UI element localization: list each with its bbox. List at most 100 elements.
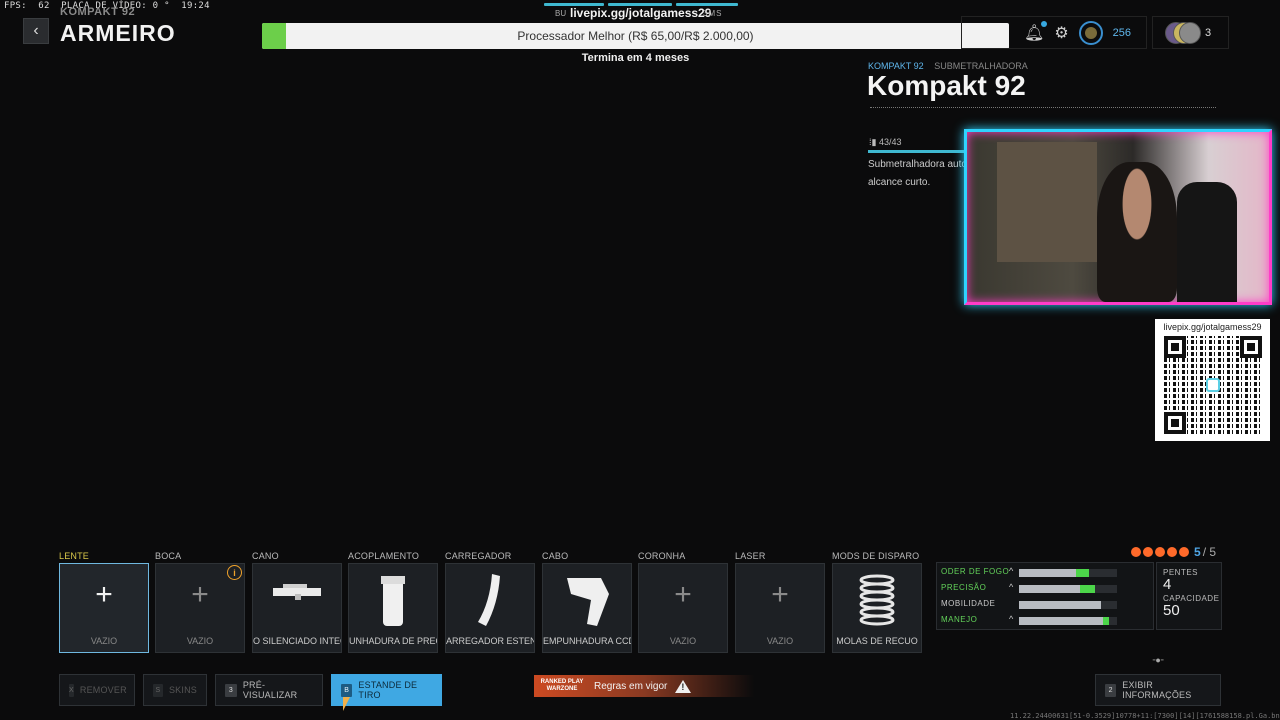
attachment-name: O SILENCIADO INTEGRADO: [253, 636, 341, 646]
back-button[interactable]: ‹: [23, 18, 49, 44]
attachment-slot[interactable]: O SILENCIADO INTEGRADO: [252, 563, 342, 653]
attachment-name: VAZIO: [90, 636, 118, 646]
divider: [870, 107, 1216, 109]
ammo-stats-panel: PENTES 4 CAPACIDADE 50: [1156, 562, 1222, 630]
party-count: 3: [1205, 26, 1212, 39]
player-level: 256: [1112, 26, 1132, 39]
attachment-name: VAZIO: [669, 636, 697, 646]
header-weapon-subtitle: KOMPAKT 92: [60, 6, 136, 18]
build-version-text: 11.22.24400631[51-0.3529]10778+11:[7300]…: [1010, 712, 1280, 720]
webcam-background: [997, 142, 1097, 262]
stat-bar: [1019, 585, 1117, 593]
weapon-name: Kompakt 92: [867, 70, 1026, 101]
stat-label: MOBILIDADE: [941, 599, 996, 608]
qr-caption: livepix.gg/jotalgamess29: [1163, 322, 1262, 332]
attachment-name: MOLAS DE RECUO: [836, 636, 918, 646]
donation-goal-bar: Processador Melhor (R$ 65,00/R$ 2.000,00…: [262, 23, 1009, 49]
attachment-slot[interactable]: ARREGADOR ESTENDIDO II: [445, 563, 535, 653]
weapon-level-fill: [868, 150, 968, 153]
mouse-cursor-icon: [343, 697, 350, 711]
stat-bar: [1019, 601, 1117, 609]
stat-row: MOBILIDADE: [941, 599, 1151, 611]
attachment-slot[interactable]: + VAZIO: [638, 563, 728, 653]
stat-bar-bonus: [1075, 569, 1089, 577]
slot-category-label: LENTE: [59, 551, 90, 561]
hud-top-right: 🔔︎ ⚙ 256: [961, 16, 1147, 49]
skins-label: SKINS: [168, 685, 197, 695]
bell-icon[interactable]: 🔔︎: [1024, 20, 1048, 43]
stat-bar-base: [1019, 617, 1104, 625]
stat-row: PRECISÃO ^: [941, 582, 1151, 595]
qr-code-icon: [1163, 336, 1262, 434]
weapon-description: Submetralhadora auto alcance curto.: [868, 156, 968, 192]
slot-category-label: LASER: [735, 551, 766, 561]
attachment-name: EMPUNHADURA CCD: [543, 636, 631, 646]
attachment-slot[interactable]: + VAZIO: [735, 563, 825, 653]
top-small-text: BU: [555, 9, 567, 18]
party-button[interactable]: 3: [1152, 16, 1229, 49]
chevron-left-icon: ‹: [33, 22, 39, 39]
weapon-level-bar: [868, 150, 968, 153]
key-hint: B: [341, 683, 353, 697]
stat-up-indicator-icon: ^: [1009, 582, 1014, 592]
weapon-description-line: alcance curto.: [868, 177, 931, 188]
attachment-dot: [1167, 547, 1177, 557]
slot-category-label: BOCA: [155, 551, 182, 561]
stat-label: MANEJO: [941, 615, 978, 624]
attachment-dot: [1143, 547, 1153, 557]
attachment-name: VAZIO: [766, 636, 794, 646]
plus-icon: +: [674, 578, 692, 611]
stat-bar-base: [1019, 585, 1080, 593]
magazines-value: 4: [1163, 576, 1172, 593]
attachment-used: 5: [1194, 545, 1201, 559]
attachment-slot[interactable]: UNHADURA DE PRECISÃO: [348, 563, 438, 653]
capacity-value: 50: [1163, 602, 1180, 619]
attachment-name: UNHADURA DE PRECISÃO: [349, 636, 437, 646]
info-icon[interactable]: i: [227, 565, 242, 580]
latency-text: 3MS: [703, 9, 723, 18]
slot-category-label: CANO: [252, 551, 279, 561]
slot-category-label: CARREGADOR: [445, 551, 512, 561]
skins-button[interactable]: S SKINS: [143, 674, 207, 706]
player-level-icon[interactable]: [1078, 20, 1103, 45]
gaming-chair: [1177, 182, 1237, 302]
warning-icon: [675, 679, 692, 693]
stat-up-indicator-icon: ^: [1009, 566, 1014, 576]
attachment-dot: [1131, 547, 1141, 557]
weapon-description-line: Submetralhadora auto: [868, 159, 967, 170]
attachment-dot: [1155, 547, 1165, 557]
plus-icon: +: [95, 578, 113, 611]
ranked-play-badge: RANKED PLAY WARZONE: [540, 679, 584, 692]
weapon-stats-panel: ODER DE FOGO ^ PRECISÃO ^ MOBILIDADE MANEJO ^: [936, 562, 1154, 630]
avatar: [1179, 21, 1201, 44]
remove-button[interactable]: X REMOVER: [59, 674, 135, 706]
page-title: ARMEIRO: [60, 20, 176, 46]
attachment-name: ARREGADOR ESTENDIDO II: [446, 636, 534, 646]
attachment-count: 5 / 5: [1131, 545, 1216, 559]
attachment-slot[interactable]: MOLAS DE RECUO: [832, 563, 922, 653]
livepix-link-text: livepix.gg/jotalgamess29: [570, 6, 712, 20]
ranked-rules-label: Regras em vigor: [594, 680, 668, 692]
gamepad-icon: ╶●╴: [1150, 655, 1167, 665]
stat-bar-bonus: [1103, 617, 1110, 625]
remove-label: REMOVER: [79, 685, 127, 695]
attachment-slot[interactable]: EMPUNHADURA CCD: [542, 563, 632, 653]
donation-qr: livepix.gg/jotalgamess29: [1155, 319, 1270, 441]
stat-bar: [1019, 569, 1117, 577]
stat-row: MANEJO ^: [941, 614, 1151, 627]
gear-icon[interactable]: ⚙: [1054, 23, 1068, 43]
attachment-slot[interactable]: + VAZIO: [59, 563, 149, 653]
show-info-button[interactable]: 2 EXIBIR INFORMAÇÕES: [1095, 674, 1221, 706]
key-hint: 3: [225, 683, 237, 697]
stat-bar-base: [1019, 601, 1102, 609]
stat-row: ODER DE FOGO ^: [941, 566, 1151, 579]
attachment-max: / 5: [1202, 545, 1217, 559]
slot-category-label: CABO: [542, 551, 569, 561]
weapon-level: ⁞▮ 43/43: [869, 137, 902, 147]
slot-category-label: CORONHA: [638, 551, 686, 561]
firing-range-label: ESTANDE DE TIRO: [358, 680, 418, 700]
party-avatars: [1165, 21, 1201, 44]
ranked-rules-banner[interactable]: RANKED PLAY WARZONE Regras em vigor: [534, 675, 754, 697]
slot-category-label: ACOPLAMENTO: [348, 551, 420, 561]
preview-button[interactable]: 3 PRÉ-VISUALIZAR: [215, 674, 323, 706]
